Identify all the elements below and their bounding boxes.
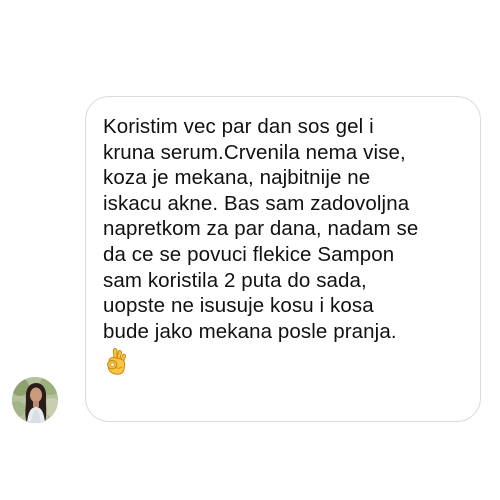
ok-hand-icon — [107, 348, 127, 376]
sender-avatar[interactable] — [12, 377, 58, 423]
message-line: koza je mekana, najbitnije ne — [103, 166, 371, 190]
emoji-line — [103, 347, 462, 376]
message-line: napretkom za par dana, nadam se — [103, 217, 419, 241]
message-line: uopste ne isusuje kosu i kosa — [103, 294, 374, 318]
message-line: sam koristila 2 puta do sada, — [103, 268, 367, 292]
avatar-photo-icon — [12, 377, 58, 423]
chat-thread: Koristim vec par dan sos gel i kruna ser… — [0, 0, 500, 500]
message-bubble[interactable]: Koristim vec par dan sos gel i kruna ser… — [85, 96, 481, 422]
message-line: iskacu akne. Bas sam zadovoljna — [103, 191, 410, 215]
message-line: bude jako mekana posle pranja. — [103, 319, 397, 343]
message-line: Koristim vec par dan sos gel i — [103, 115, 374, 138]
message-line: kruna serum.Crvenila nema vise, — [103, 140, 406, 164]
message-line: da ce se povuci flekice Sampon — [103, 242, 395, 266]
